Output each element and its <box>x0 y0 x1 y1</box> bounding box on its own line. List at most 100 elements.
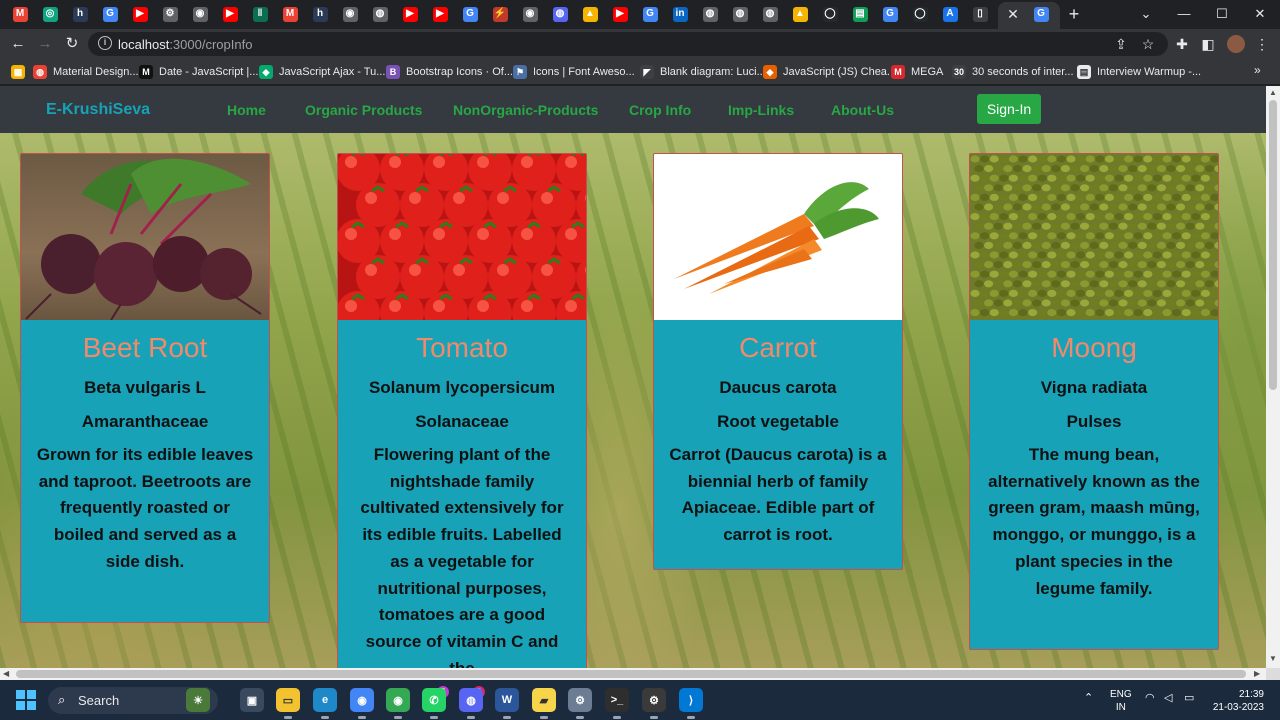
minimize-button[interactable]: — <box>1174 4 1194 24</box>
scroll-right-arrow[interactable]: ▶ <box>1254 669 1260 678</box>
task-view-icon[interactable]: ▣ <box>240 688 264 712</box>
whatsapp-icon[interactable]: ✆ <box>422 688 446 712</box>
wifi-icon[interactable]: ◠ <box>1145 691 1155 704</box>
nav-crop-info[interactable]: Crop Info <box>629 102 691 118</box>
browser-tab[interactable]: ◍ <box>549 4 571 24</box>
back-button[interactable]: ← <box>7 34 29 54</box>
close-window-button[interactable]: ✕ <box>1250 4 1270 24</box>
sticky-notes-icon[interactable]: ▰ <box>532 688 556 712</box>
browser-tab[interactable]: G <box>639 4 661 24</box>
vertical-scrollbar[interactable]: ▲ ▼ <box>1266 86 1280 668</box>
bookmarks-overflow-icon[interactable]: » <box>1254 63 1261 77</box>
discord-icon[interactable]: ◍ <box>459 688 483 712</box>
widgets-icon[interactable]: ☀ <box>186 688 210 712</box>
browser-tab[interactable]: ◉ <box>339 4 361 24</box>
browser-tab[interactable]: ◍ <box>369 4 391 24</box>
vertical-scroll-thumb[interactable] <box>1269 100 1277 390</box>
browser-tab[interactable]: M <box>279 4 301 24</box>
browser-tab[interactable]: ◍ <box>699 4 721 24</box>
browser-tab[interactable]: ▲ <box>789 4 811 24</box>
side-panel-icon[interactable]: ◧ <box>1198 34 1218 54</box>
bookmark-item[interactable]: ◆ JavaScript Ajax - Tu... <box>259 63 385 81</box>
terminal-icon[interactable]: >_ <box>605 688 629 712</box>
site-info-icon[interactable]: i <box>98 36 112 50</box>
browser-tab[interactable]: ⚙ <box>159 4 181 24</box>
menu-kebab-icon[interactable]: ⋮ <box>1252 34 1272 54</box>
browser-tab[interactable]: ◎ <box>39 4 61 24</box>
horizontal-scroll-thumb[interactable] <box>16 670 1246 678</box>
browser-tab[interactable]: ▶ <box>399 4 421 24</box>
file-explorer-icon[interactable]: ▭ <box>276 688 300 712</box>
share-icon[interactable]: ⇪ <box>1111 34 1131 54</box>
browser-tab[interactable]: ▯ <box>969 4 991 24</box>
forward-button[interactable]: → <box>34 34 56 54</box>
browser-tab[interactable]: ◯ <box>909 4 931 24</box>
sign-in-button[interactable]: Sign-In <box>977 94 1041 124</box>
bookmark-item[interactable]: ◤ Blank diagram: Luci... <box>640 63 766 81</box>
close-tab-icon[interactable]: ✕ <box>1004 5 1022 23</box>
extensions-icon[interactable]: ✚ <box>1172 34 1192 54</box>
browser-tab[interactable]: ▶ <box>429 4 451 24</box>
scroll-left-arrow[interactable]: ◀ <box>3 669 9 678</box>
browser-tab[interactable]: ◉ <box>519 4 541 24</box>
browser-tab[interactable]: ◯ <box>819 4 841 24</box>
nav-nonorganic-products[interactable]: NonOrganic-Products <box>453 102 598 118</box>
url-text[interactable]: localhost:3000/cropInfo <box>118 37 252 52</box>
bookmark-item[interactable]: ▤ Interview Warmup -... <box>1077 63 1201 81</box>
profile-avatar[interactable] <box>1227 35 1245 53</box>
bookmark-item[interactable]: ⚑ Icons | Font Aweso... <box>513 63 635 81</box>
browser-tab[interactable]: M <box>9 4 31 24</box>
tab-search-icon[interactable]: ⌄ <box>1136 4 1156 24</box>
browser-tab[interactable]: ▶ <box>219 4 241 24</box>
browser-tab[interactable]: ▶ <box>609 4 631 24</box>
reload-button[interactable]: ↻ <box>61 34 83 54</box>
browser-tab[interactable]: ⚡ <box>489 4 511 24</box>
browser-tab[interactable]: G <box>879 4 901 24</box>
browser-tab[interactable]: ‖ <box>249 4 271 24</box>
nav-home[interactable]: Home <box>227 102 266 118</box>
bookmark-item[interactable]: ◍ Material Design... <box>33 63 139 81</box>
nav-about-us[interactable]: About-Us <box>831 102 894 118</box>
tray-overflow-icon[interactable]: ⌃ <box>1084 691 1093 704</box>
browser-tab[interactable]: ◍ <box>759 4 781 24</box>
browser-tab[interactable]: ◉ <box>189 4 211 24</box>
browser-tab[interactable]: ◍ <box>729 4 751 24</box>
browser-tab[interactable]: G <box>459 4 481 24</box>
browser-tab[interactable]: G <box>99 4 121 24</box>
system-clock[interactable]: 21:39 21-03-2023 <box>1212 688 1264 714</box>
browser-tab[interactable]: h <box>309 4 331 24</box>
horizontal-scrollbar[interactable]: ◀ ▶ <box>0 668 1266 680</box>
scroll-up-arrow[interactable]: ▲ <box>1269 88 1277 97</box>
battery-icon[interactable]: ▭ <box>1184 691 1194 704</box>
chrome-icon[interactable]: ◉ <box>350 688 374 712</box>
bookmark-item[interactable]: B Bootstrap Icons · Of... <box>386 63 513 81</box>
settings-icon[interactable]: ⚙ <box>568 688 592 712</box>
browser-tab[interactable]: in <box>669 4 691 24</box>
edge-icon[interactable]: e <box>313 688 337 712</box>
address-bar[interactable]: i localhost:3000/cropInfo <box>88 32 1168 56</box>
browser-tab[interactable]: ▤ <box>849 4 871 24</box>
site-brand[interactable]: E-KrushiSeva <box>46 101 150 119</box>
browser-tab[interactable]: ▲ <box>579 4 601 24</box>
new-tab-button[interactable]: + <box>1064 4 1084 24</box>
bookmark-item[interactable]: M Date - JavaScript |... <box>139 63 258 81</box>
scroll-down-arrow[interactable]: ▼ <box>1269 654 1277 663</box>
bookmark-star-icon[interactable]: ☆ <box>1138 34 1158 54</box>
chrome-icon[interactable]: ◉ <box>386 688 410 712</box>
nav-imp-links[interactable]: Imp-Links <box>728 102 794 118</box>
browser-tab[interactable]: h <box>69 4 91 24</box>
bookmark-item[interactable]: ▦ <box>11 63 25 81</box>
browser-tab[interactable]: A <box>939 4 961 24</box>
bookmark-item[interactable]: 30 30 seconds of inter... <box>952 63 1074 81</box>
maximize-button[interactable]: ☐ <box>1212 4 1232 24</box>
volume-icon[interactable]: ◁ <box>1164 691 1172 704</box>
bookmark-item[interactable]: M MEGA <box>891 63 943 81</box>
bookmark-item[interactable]: ◆ JavaScript (JS) Chea... <box>763 63 896 81</box>
start-button[interactable] <box>16 690 36 710</box>
word-icon[interactable]: W <box>495 688 519 712</box>
gear-app-icon[interactable]: ⚙ <box>642 688 666 712</box>
vscode-icon[interactable]: ⟩ <box>679 688 703 712</box>
language-indicator[interactable]: ENG IN <box>1110 688 1132 714</box>
nav-organic-products[interactable]: Organic Products <box>305 102 422 118</box>
browser-tab[interactable]: ▶ <box>129 4 151 24</box>
